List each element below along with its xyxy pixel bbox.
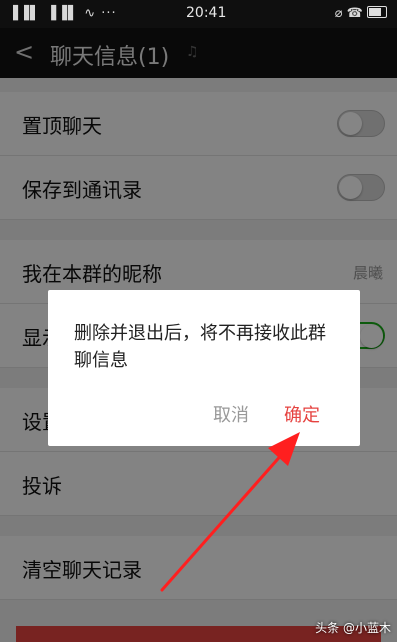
arrow-head <box>268 432 300 466</box>
annotation-arrow <box>160 432 300 592</box>
arrow-shaft <box>160 450 286 592</box>
watermark: 头条 @小蓝木 <box>315 621 391 635</box>
